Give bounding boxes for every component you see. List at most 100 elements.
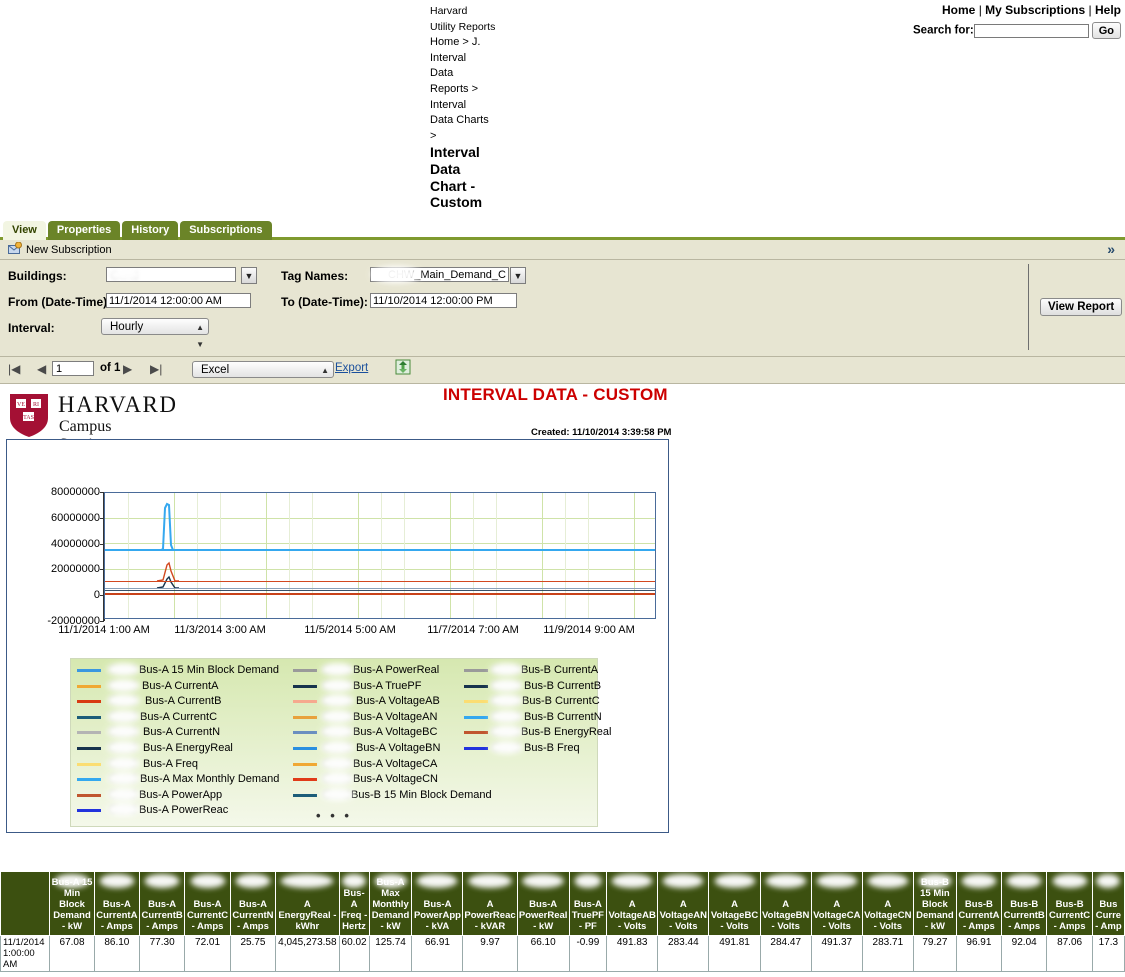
redaction-ellipse xyxy=(107,709,140,723)
legend-swatch-7 xyxy=(77,778,101,782)
legend-more-indicator[interactable]: • • • xyxy=(316,808,352,823)
chevron-up-double-icon[interactable]: » xyxy=(1107,241,1115,257)
redaction-ellipse xyxy=(321,663,354,676)
table-header-timestamp xyxy=(0,871,51,936)
tab-history[interactable]: History xyxy=(122,221,179,240)
data-table: Bus-A 15 Min Block Demand - kWBus-A Curr… xyxy=(0,871,1125,972)
from-datetime-input[interactable]: 11/1/2014 12:00:00 AM xyxy=(106,293,251,308)
table-header-b_15min: Bus-B 15 Min Block Demand - kW xyxy=(912,871,957,936)
x-tick-label-0: 11/1/2014 1:00 AM xyxy=(58,624,150,636)
refresh-icon[interactable] xyxy=(395,359,411,378)
chart-title-redaction xyxy=(319,449,371,467)
first-page-button[interactable]: |◀ xyxy=(8,362,20,376)
table-cell-b_ia: 96.91 xyxy=(955,935,1003,972)
legend-label-17: Bus-A VoltageCN xyxy=(353,773,438,786)
search-go-button[interactable]: Go xyxy=(1091,22,1121,39)
report-parameters-panel: Buildings: Gund ▼ Tag Names: CHW_Main_De… xyxy=(0,260,1125,357)
interval-label: Interval: xyxy=(8,321,55,335)
buildings-dropdown-arrow-icon[interactable]: ▼ xyxy=(241,267,257,284)
view-report-button[interactable]: View Report xyxy=(1040,298,1123,316)
page-title-line-1: Data xyxy=(430,160,461,177)
redaction-ellipse xyxy=(107,756,140,770)
interval-select[interactable]: Hourly ▲ ▼ xyxy=(101,318,209,349)
export-format-select[interactable]: Excel ▲▼ xyxy=(192,361,334,392)
table-cell-a_vcn: 283.71 xyxy=(861,935,914,972)
legend-swatch-18 xyxy=(293,793,317,797)
tab-bar: View Properties History Subscriptions xyxy=(0,215,1125,240)
table-cell-a_maxmo: 125.74 xyxy=(368,935,413,972)
legend-label-1: Bus-A CurrentA xyxy=(142,679,219,692)
redaction-ellipse xyxy=(416,874,458,888)
table-cell-a_vab: 491.83 xyxy=(606,935,659,972)
tag-names-redaction xyxy=(371,266,421,283)
brand-name: HARVARD xyxy=(58,392,178,417)
page-number-input[interactable] xyxy=(52,361,94,376)
page-title-line-2: Chart - xyxy=(430,177,476,194)
new-subscription-button[interactable]: New Subscription xyxy=(8,241,112,258)
to-datetime-input[interactable]: 11/10/2014 12:00:00 PM xyxy=(370,293,517,308)
new-subscription-label: New Subscription xyxy=(26,244,112,256)
breadcrumb-line-6: > xyxy=(430,129,437,142)
table-header-row: Bus-A 15 Min Block Demand - kWBus-A Curr… xyxy=(0,871,1125,936)
y-tick-label-2: 40000000 xyxy=(51,537,100,550)
legend-swatch-22 xyxy=(464,715,488,719)
table-cell-a_ic: 72.01 xyxy=(184,935,231,972)
table-cell-a_vca: 491.37 xyxy=(810,935,863,972)
chart-container: 80000000 60000000 40000000 20000000 0 -2… xyxy=(6,439,669,833)
tab-properties[interactable]: Properties xyxy=(47,221,121,240)
export-link[interactable]: Export xyxy=(335,362,368,374)
tag-names-dropdown-arrow-icon[interactable]: ▼ xyxy=(510,267,526,284)
nav-my-subscriptions-link[interactable]: My Subscriptions xyxy=(985,3,1085,17)
legend-swatch-16 xyxy=(293,762,317,766)
legend-swatch-17 xyxy=(293,778,317,782)
breadcrumb-line-3[interactable]: Reports > xyxy=(430,82,502,98)
site-name: Harvard xyxy=(430,5,468,17)
nav-home-link[interactable]: Home xyxy=(942,3,975,17)
buildings-select[interactable]: Gund xyxy=(106,267,236,282)
from-datetime-label: From (Date-Time): xyxy=(8,295,112,309)
breadcrumb-line-0[interactable]: Home > J. xyxy=(430,35,502,51)
legend-label-16: Bus-A VoltageCA xyxy=(353,757,438,770)
breadcrumb-line-2[interactable]: Data xyxy=(430,66,502,82)
table-cell-a_vbc: 491.81 xyxy=(708,935,761,972)
legend-label-20: Bus-B CurrentB xyxy=(524,679,602,692)
redaction-ellipse xyxy=(490,741,523,754)
legend-label-23: Bus-B EnergyReal xyxy=(521,726,612,739)
table-cell-a_van: 283.44 xyxy=(657,935,710,972)
redaction-ellipse xyxy=(321,756,354,770)
legend-label-19: Bus-B CurrentA xyxy=(521,664,599,676)
table-cell-a_freq: 60.02 xyxy=(338,935,370,972)
redaction-ellipse xyxy=(490,678,523,692)
legend-label-7: Bus-A Max Monthly Demand xyxy=(140,773,280,786)
legend-label-24: Bus-B Freq xyxy=(524,742,580,754)
redaction-ellipse xyxy=(1006,874,1042,888)
series-line-zero-group xyxy=(105,593,655,595)
redaction-ellipse xyxy=(714,874,756,888)
legend-swatch-0 xyxy=(77,669,101,672)
report-toolbar: New Subscription » xyxy=(0,240,1125,260)
last-page-button[interactable]: ▶| xyxy=(150,362,162,376)
table-row: 11/1/2014 1:00:00 AM 67.08 86.10 77.30 72.01… xyxy=(0,935,1125,972)
next-page-button[interactable]: ▶ xyxy=(123,362,132,376)
report-title: INTERVAL DATA - CUSTOM xyxy=(443,385,668,404)
table-header-a_energy: A EnergyReal - kWhr xyxy=(275,871,340,936)
table-header-a_preal: Bus-A PowerReal - kW xyxy=(516,871,570,936)
breadcrumb-line-5[interactable]: Data Charts xyxy=(430,113,502,129)
search-input[interactable] xyxy=(973,23,1089,38)
prev-page-button[interactable]: ◀ xyxy=(37,362,46,376)
svg-text:RI: RI xyxy=(33,402,39,408)
table-header-a_papp: Bus-A PowerApp - kVA xyxy=(411,871,464,936)
redaction-ellipse xyxy=(144,874,180,888)
y-tick-label-0: 80000000 xyxy=(51,486,100,498)
nav-help-link[interactable]: Help xyxy=(1095,3,1121,17)
table-header-a_vca: A VoltageCA - Volts xyxy=(810,871,863,936)
legend-swatch-6 xyxy=(77,762,101,766)
breadcrumb-line-4[interactable]: Interval xyxy=(430,98,502,114)
tab-view[interactable]: View xyxy=(3,221,46,240)
tab-subscriptions[interactable]: Subscriptions xyxy=(180,221,272,240)
table-header-a_in: Bus-A CurrentN - Amps xyxy=(229,871,277,936)
breadcrumb-line-1[interactable]: Interval xyxy=(430,51,502,67)
legend-label-11: Bus-A TruePF xyxy=(353,679,422,692)
redaction-ellipse xyxy=(107,663,140,676)
redaction-ellipse xyxy=(1096,874,1121,888)
